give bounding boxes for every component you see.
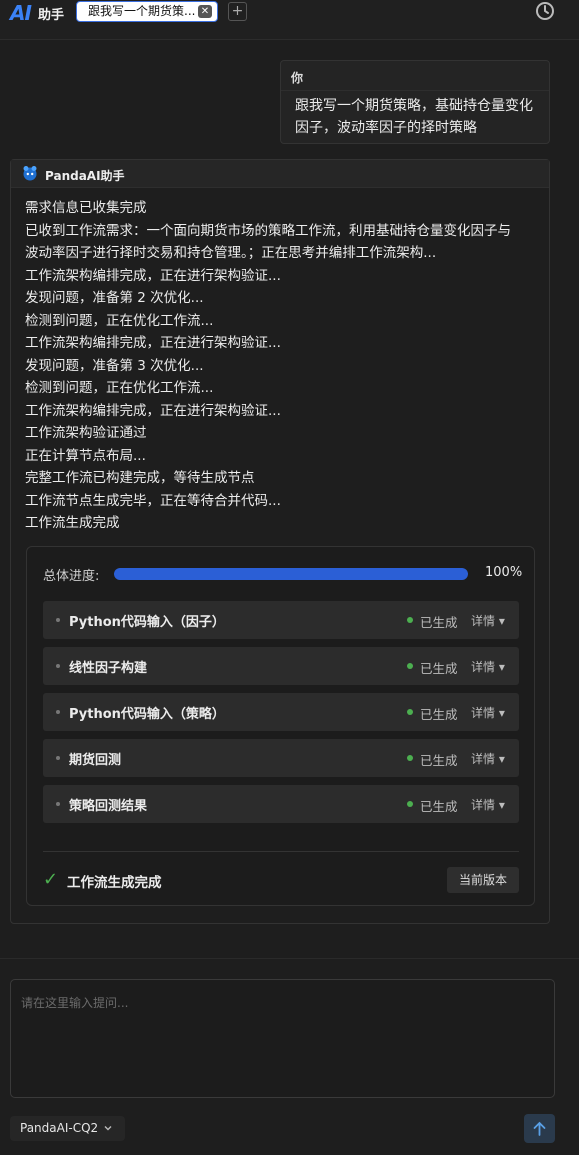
status-dot-icon	[407, 617, 413, 623]
divider	[0, 958, 579, 959]
log-line: 发现问题，准备第 2 次优化...	[25, 290, 204, 306]
node-name: Python代码输入（策略）	[69, 707, 225, 722]
node-status: 已生成	[420, 661, 458, 676]
details-toggle[interactable]: 详情 ▾	[471, 750, 505, 767]
workflow-node[interactable]: 策略回测结果 已生成 详情 ▾	[43, 785, 519, 823]
tab-title: 跟我写一个期货策...	[88, 4, 196, 18]
bullet-icon	[56, 618, 60, 622]
workflow-node[interactable]: 线性因子构建 已生成 详情 ▾	[43, 647, 519, 685]
assistant-name: PandaAI助手	[45, 169, 125, 183]
status-dot-icon	[407, 801, 413, 807]
details-toggle[interactable]: 详情 ▾	[471, 612, 505, 629]
assistant-message: PandaAI助手 需求信息已收集完成 已收到工作流需求：一个面向期货市场的策略…	[10, 159, 550, 924]
progress-label: 总体进度:	[43, 569, 100, 584]
workflow-done-text: 工作流生成完成	[67, 875, 162, 891]
log-line: 工作流生成完成	[25, 515, 120, 531]
panda-logo-icon	[23, 166, 37, 181]
send-button[interactable]	[524, 1114, 555, 1143]
model-select[interactable]: PandaAI-CQ2	[10, 1116, 125, 1141]
log-line: 需求信息已收集完成	[25, 200, 147, 216]
model-select-value: PandaAI-CQ2	[20, 1121, 99, 1135]
workflow-progress-panel: 总体进度: 100% Python代码输入（因子） 已生成 详情 ▾ 线性因子构…	[26, 546, 535, 906]
node-name: 策略回测结果	[69, 799, 148, 814]
log-line: 完整工作流已构建完成，等待生成节点	[25, 470, 255, 486]
status-log: 需求信息已收集完成 已收到工作流需求：一个面向期货市场的策略工作流，利用基础持仓…	[11, 188, 549, 535]
log-line: 工作流架构验证通过	[25, 425, 147, 441]
bullet-icon	[56, 802, 60, 806]
top-bar: AI 助手 跟我写一个期货策... ✕ +	[0, 0, 579, 40]
workflow-node[interactable]: Python代码输入（策略） 已生成 详情 ▾	[43, 693, 519, 731]
log-line: 工作流架构编排完成，正在进行架构验证...	[25, 267, 281, 284]
check-icon: ✓	[43, 869, 59, 890]
progress-bar-fill	[114, 568, 468, 580]
log-line: 波动率因子进行择时交易和持仓管理。；正在思考并编排工作流架构...	[25, 245, 437, 261]
arrow-up-icon	[533, 1121, 546, 1136]
node-name: Python代码输入（因子）	[69, 615, 225, 630]
log-line: 工作流架构编排完成，正在进行架构验证...	[25, 402, 281, 419]
log-line: 工作流节点生成完毕，正在等待合并代码...	[25, 492, 281, 509]
workflow-node[interactable]: 期货回测 已生成 详情 ▾	[43, 739, 519, 777]
log-line: 已收到工作流需求：一个面向期货市场的策略工作流，利用基础持仓量变化因子与	[25, 222, 511, 239]
current-version-button[interactable]: 当前版本	[447, 867, 519, 893]
add-tab-button[interactable]: +	[228, 2, 247, 21]
details-toggle[interactable]: 详情 ▾	[471, 796, 505, 813]
close-icon[interactable]: ✕	[198, 5, 212, 18]
log-line: 正在计算节点布局...	[25, 447, 146, 464]
node-status: 已生成	[420, 753, 458, 768]
bullet-icon	[56, 664, 60, 668]
assistant-header: PandaAI助手	[11, 160, 549, 188]
node-status: 已生成	[420, 799, 458, 814]
log-line: 工作流架构编排完成，正在进行架构验证...	[25, 335, 281, 351]
log-line: 检测到问题，正在优化工作流...	[25, 380, 214, 396]
progress-percent: 100%	[485, 565, 523, 580]
user-message: 你 跟我写一个期货策略，基础持仓量变化因子，波动率因子的择时策略	[280, 60, 550, 144]
workflow-node[interactable]: Python代码输入（因子） 已生成 详情 ▾	[43, 601, 519, 639]
divider	[43, 851, 519, 852]
node-name: 线性因子构建	[69, 661, 148, 676]
log-line: 检测到问题，正在优化工作流...	[25, 312, 214, 329]
chevron-down-icon	[104, 1126, 112, 1131]
details-toggle[interactable]: 详情 ▾	[471, 658, 505, 675]
details-toggle[interactable]: 详情 ▾	[471, 704, 505, 721]
status-dot-icon	[407, 663, 413, 669]
status-dot-icon	[407, 755, 413, 761]
bullet-icon	[56, 710, 60, 714]
app-logo: AI	[10, 1, 32, 25]
user-message-text: 跟我写一个期货策略，基础持仓量变化因子，波动率因子的择时策略	[295, 98, 533, 136]
progress-bar	[114, 568, 468, 580]
tab-active-chat[interactable]: 跟我写一个期货策... ✕	[76, 1, 218, 22]
app-name: 助手	[38, 8, 65, 23]
prompt-input[interactable]	[10, 979, 555, 1098]
node-status: 已生成	[420, 615, 458, 630]
bullet-icon	[56, 756, 60, 760]
log-line: 发现问题，准备第 3 次优化...	[25, 357, 204, 374]
status-dot-icon	[407, 709, 413, 715]
history-icon[interactable]	[535, 1, 555, 21]
node-status: 已生成	[420, 707, 458, 722]
user-message-sender: 你	[281, 61, 549, 91]
node-name: 期货回测	[69, 753, 122, 768]
